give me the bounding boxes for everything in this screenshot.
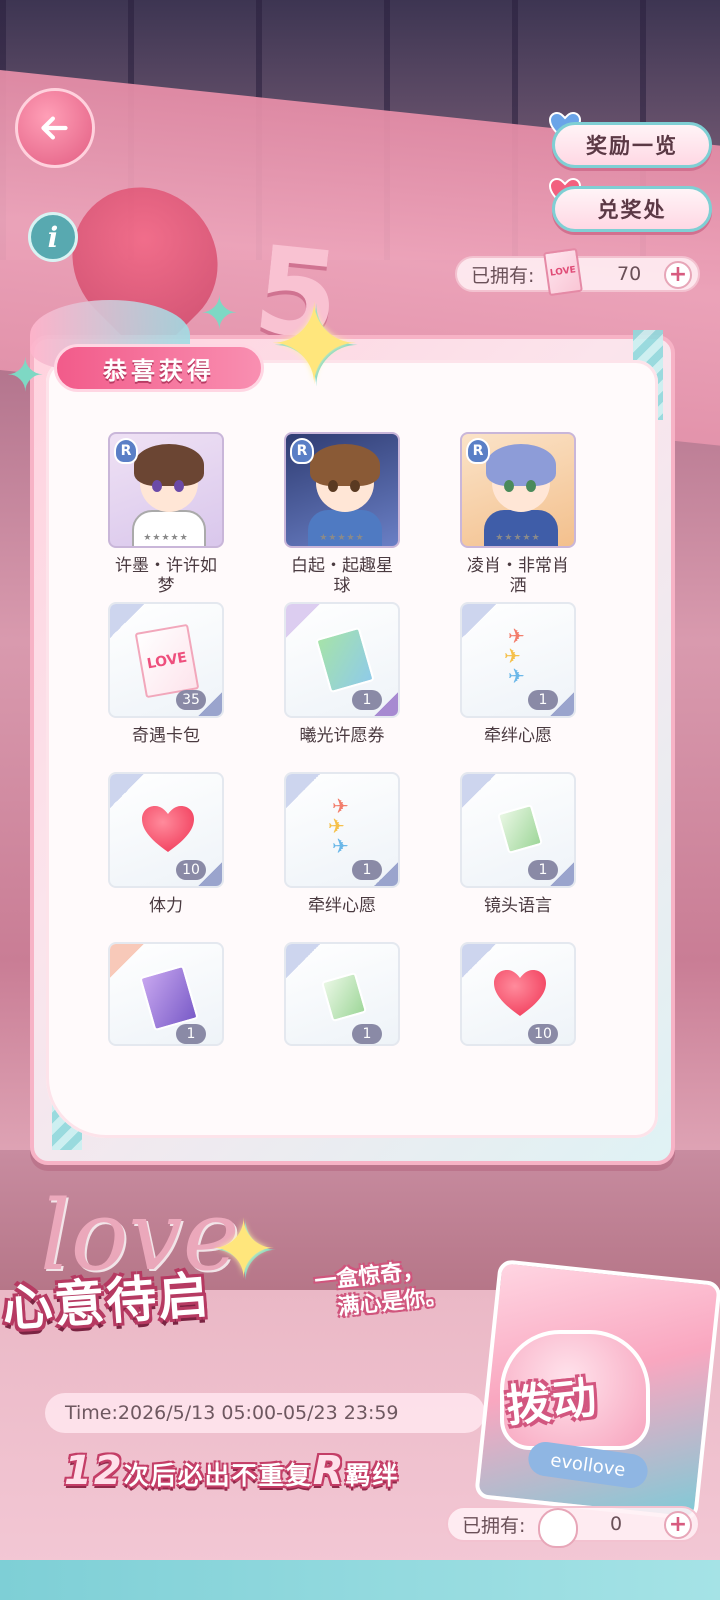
star-rating: ★★★★★ — [319, 533, 365, 543]
sparkle-icon: ✦ — [200, 286, 239, 340]
reward-name: 许墨・许许如梦 — [115, 556, 217, 596]
item-quantity: 1 — [352, 1024, 382, 1044]
reward-item[interactable]: R ★★★★★ 许墨・许许如梦 — [108, 432, 224, 596]
draw-button-label[interactable]: 拨动 — [503, 1361, 601, 1434]
reward-name: 曦光许愿券 — [299, 726, 385, 746]
guarantee-rarity: R — [312, 1448, 346, 1494]
sparkle-icon: ✦ — [6, 348, 45, 402]
reward-card: R ★★★★★ — [460, 432, 576, 548]
card-pack-icon: LOVE — [543, 247, 583, 297]
guarantee-count: 12 — [64, 1448, 124, 1494]
mascot-icon — [538, 1508, 578, 1548]
item-quantity: 1 — [528, 690, 558, 710]
rarity-badge: R — [290, 438, 314, 464]
guarantee-text: 12次后必出不重复R羁绊 — [64, 1448, 400, 1494]
stamina-heart-icon — [494, 970, 546, 1016]
reward-name: 牵绊心愿 — [484, 726, 552, 746]
reward-card: ✈ ✈ ✈ 1 — [460, 602, 576, 718]
back-arrow-icon — [41, 116, 68, 140]
reward-item[interactable]: ✈ ✈ ✈ 1 牵绊心愿 — [460, 602, 576, 746]
item-quantity: 10 — [176, 860, 206, 880]
item-quantity: 35 — [176, 690, 206, 710]
wish-ticket-icon — [315, 626, 375, 694]
item-quantity: 10 — [528, 1024, 558, 1044]
item-quantity: 1 — [176, 1024, 206, 1044]
reward-name: 白起・起趣星球 — [291, 556, 393, 596]
reward-item[interactable]: R ★★★★★ 凌肖・非常肖洒 — [460, 432, 576, 596]
reward-item[interactable]: 1 — [108, 942, 224, 1046]
result-title: 恭喜获得 — [54, 344, 264, 392]
reward-item[interactable]: 10 体力 — [108, 772, 224, 916]
stamina-heart-icon — [142, 806, 194, 852]
rarity-badge: R — [466, 438, 490, 464]
star-rating: ★★★★★ — [495, 533, 541, 543]
reward-card: 1 — [284, 942, 400, 1046]
reward-name: 牵绊心愿 — [308, 896, 376, 916]
reward-item[interactable]: 1 镜头语言 — [460, 772, 576, 916]
item-quantity: 1 — [528, 860, 558, 880]
reward-item[interactable]: 10 — [460, 942, 576, 1046]
reward-card: R ★★★★★ — [284, 432, 400, 548]
rarity-badge: R — [114, 438, 138, 464]
reward-card: 10 — [108, 772, 224, 888]
reward-name: 镜头语言 — [484, 896, 552, 916]
back-button[interactable] — [15, 88, 95, 168]
item-quantity: 1 — [352, 690, 382, 710]
sparkle-icon: ✦ — [268, 281, 361, 409]
reward-name: 体力 — [149, 896, 183, 916]
info-button[interactable]: i — [28, 212, 78, 262]
reward-card: 10 — [460, 942, 576, 1046]
add-currency-button[interactable]: + — [664, 1511, 692, 1539]
guarantee-tail: 羁绊 — [345, 1461, 400, 1490]
bottom-strip — [0, 1560, 720, 1600]
event-title: 心意待启 — [0, 1265, 213, 1339]
owned-label: 已拥有: — [462, 1514, 526, 1537]
reward-card: 1 — [108, 942, 224, 1046]
owned-label: 已拥有: — [471, 264, 535, 287]
book-icon — [320, 971, 368, 1023]
reward-list-button[interactable]: 奖励一览 — [552, 122, 712, 168]
reward-item[interactable]: R ★★★★★ 白起・起趣星球 — [284, 432, 400, 596]
reward-item[interactable]: ✈ ✈ ✈ 1 牵绊心愿 — [284, 772, 400, 916]
reward-card: 1 — [284, 602, 400, 718]
guarantee-label: 次后必出不重复 — [123, 1461, 313, 1490]
reward-card: ✈ ✈ ✈ 1 — [284, 772, 400, 888]
result-panel-body: R ★★★★★ 许墨・许许如梦 R ★★★★★ 白起・起趣星球 R ★★★★★ … — [46, 360, 658, 1138]
sparkle-icon: ✦ — [210, 1203, 278, 1296]
reward-card: R ★★★★★ — [108, 432, 224, 548]
reward-name: 奇遇卡包 — [132, 726, 200, 746]
owned-value: 70 — [617, 263, 642, 285]
reward-name: 凌肖・非常肖洒 — [467, 556, 569, 596]
wish-ticket-icon — [139, 964, 199, 1032]
item-quantity: 1 — [352, 860, 382, 880]
reward-item[interactable]: LOVE 35 奇遇卡包 — [108, 602, 224, 746]
reward-card: 1 — [460, 772, 576, 888]
reward-card: LOVE 35 — [108, 602, 224, 718]
star-rating: ★★★★★ — [143, 533, 189, 543]
card-pack-icon: LOVE — [134, 623, 200, 699]
event-subtitle: 一盒惊奇， 满心是你。 — [313, 1255, 449, 1324]
add-card-pack-button[interactable]: + — [664, 261, 692, 289]
redeem-button[interactable]: 兑奖处 — [552, 186, 712, 232]
reward-item[interactable]: 1 曦光许愿券 — [284, 602, 400, 746]
book-icon — [496, 803, 544, 855]
owned-value: 0 — [610, 1513, 623, 1535]
reward-item[interactable]: 1 — [284, 942, 400, 1046]
event-time: Time:2026/5/13 05:00-05/23 23:59 — [45, 1393, 485, 1433]
